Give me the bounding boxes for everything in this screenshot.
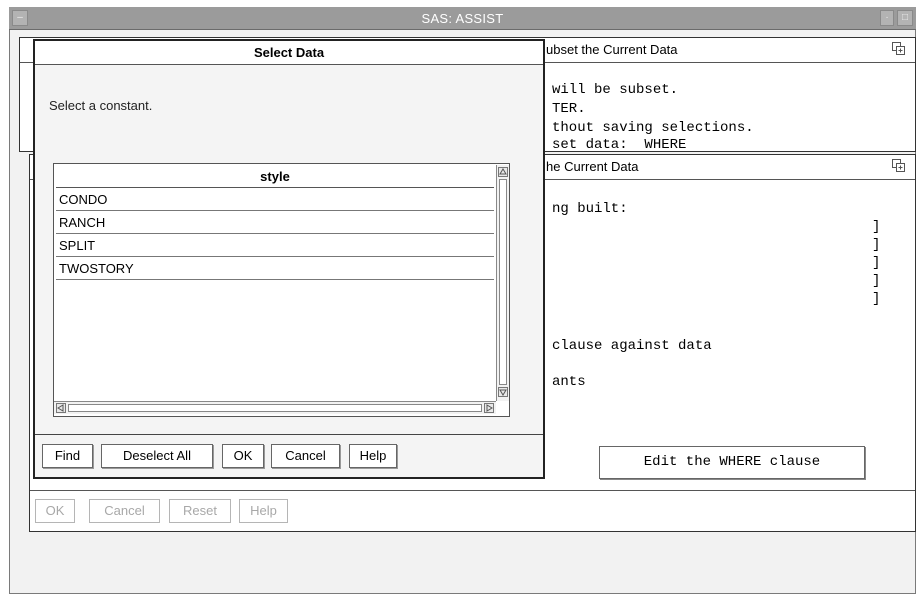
- scroll-down-arrow-icon[interactable]: [498, 387, 508, 397]
- list-item-label: SPLIT: [59, 238, 96, 253]
- scroll-right-arrow-icon[interactable]: [484, 403, 494, 413]
- divider: [30, 490, 915, 491]
- bracket: ]: [872, 255, 881, 271]
- deselect-all-button[interactable]: Deselect All: [101, 444, 213, 468]
- copy-icon[interactable]: [892, 159, 905, 172]
- window-title: SAS: ASSIST: [421, 11, 504, 26]
- where-panel-title: he Current Data: [546, 159, 639, 174]
- bracket: ]: [872, 219, 881, 235]
- select-constant-prompt: Select a constant.: [49, 98, 153, 113]
- bracket: ]: [872, 291, 881, 307]
- list-item[interactable]: TWOSTORY: [56, 257, 494, 280]
- horizontal-scrollbar[interactable]: [54, 401, 496, 414]
- reset-button[interactable]: Reset: [169, 499, 231, 523]
- bracket: ]: [872, 273, 881, 289]
- edit-where-clause-button[interactable]: Edit the WHERE clause: [599, 446, 865, 479]
- dialog-cancel-button[interactable]: Cancel: [271, 444, 340, 468]
- list-item[interactable]: SPLIT: [56, 234, 494, 257]
- dialog-button-divider: [35, 434, 543, 435]
- help-button[interactable]: Help: [239, 499, 288, 523]
- subset-line-3: thout saving selections.: [552, 120, 754, 136]
- dialog-help-button[interactable]: Help: [349, 444, 397, 468]
- where-clause-text: clause against data: [552, 338, 712, 354]
- list-item-label: CONDO: [59, 192, 108, 207]
- bracket: ]: [872, 237, 881, 253]
- column-header-style[interactable]: style: [56, 166, 494, 188]
- list-item[interactable]: RANCH: [56, 211, 494, 234]
- list-item-label: TWOSTORY: [59, 261, 134, 276]
- maximize-button[interactable]: □: [897, 10, 913, 26]
- find-button[interactable]: Find: [42, 444, 93, 468]
- where-constants-text: ants: [552, 374, 586, 390]
- horizontal-scroll-thumb[interactable]: [68, 404, 482, 412]
- where-built-text: ng built:: [552, 201, 628, 217]
- copy-icon[interactable]: [892, 42, 905, 55]
- scroll-thumb[interactable]: [499, 179, 507, 385]
- cancel-button[interactable]: Cancel: [89, 499, 160, 523]
- dialog-title[interactable]: Select Data: [35, 41, 543, 65]
- dialog-ok-button[interactable]: OK: [222, 444, 264, 468]
- minimize-button[interactable]: ·: [880, 10, 894, 26]
- subset-line-1: will be subset.: [552, 82, 679, 98]
- subset-line-2: TER.: [552, 101, 586, 117]
- ok-button[interactable]: OK: [35, 499, 75, 523]
- scroll-up-arrow-icon[interactable]: [498, 167, 508, 177]
- list-item[interactable]: CONDO: [56, 188, 494, 211]
- vertical-scrollbar[interactable]: [496, 165, 509, 401]
- list-item-label: RANCH: [59, 215, 106, 230]
- subset-line-4: set data: WHERE: [552, 137, 687, 149]
- subset-panel-title: ubset the Current Data: [546, 42, 678, 57]
- window-titlebar[interactable]: – SAS: ASSIST · □: [9, 7, 916, 30]
- scroll-left-arrow-icon[interactable]: [56, 403, 66, 413]
